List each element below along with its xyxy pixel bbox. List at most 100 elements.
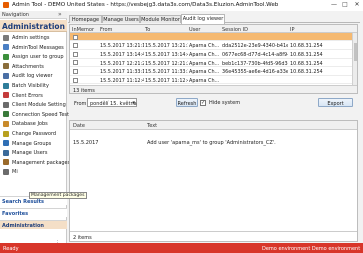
table-row[interactable]: 15.5.2017 13:21:1115.5.2017 13:21:11Apar… [70, 42, 357, 50]
close-icon[interactable]: ✕ [353, 1, 361, 8]
cell-from: 15.5.2017 13:14:46 [100, 51, 144, 58]
chevron-down-icon[interactable]: ▾ [132, 100, 135, 106]
column-header-ip[interactable]: IP [290, 27, 295, 33]
administration-title: Administration [2, 22, 65, 31]
database-icon [3, 120, 9, 127]
group-icon [3, 140, 9, 147]
row-checkbox[interactable] [73, 68, 78, 74]
minimize-icon[interactable]: — [330, 1, 338, 8]
cell-from: 15.5.2017 13:21:11 [100, 43, 144, 50]
nav-item[interactable]: Assign user to group [0, 52, 67, 62]
navigation-header: Navigation » [0, 11, 67, 19]
package-icon [3, 159, 9, 166]
table-row[interactable] [70, 33, 357, 42]
nav-item[interactable]: AdminTool Messages [0, 43, 67, 53]
nav-item[interactable]: Connection Speed Test [0, 110, 69, 120]
nav-item-label: Client Module Setting [12, 102, 66, 109]
grid-footer: 13 items [70, 85, 357, 93]
date-picker[interactable]: pondělí 15. května ▾ [87, 98, 137, 107]
table-row[interactable]: 15.5.2017 11:33:1115.5.2017 11:33:11Apar… [70, 67, 357, 76]
cell-user: Aparna Ch... [189, 43, 220, 50]
nav-item[interactable]: Management packages [0, 158, 71, 168]
nav-item[interactable]: Audit log viewer [0, 71, 67, 81]
section-label: Search Results [2, 198, 44, 205]
nav-item-label: Audit log viewer [12, 73, 53, 80]
row-checkbox[interactable] [73, 51, 78, 57]
navigation-pane: Navigation » Administration Admin settin… [0, 11, 71, 243]
hide-system-checkbox[interactable]: ✓ [200, 99, 206, 106]
nav-item-label: Change Password [12, 130, 57, 137]
cell-session: beb1c137-730b-4fd5-96d3-... [222, 60, 288, 67]
row-checkbox[interactable] [73, 43, 78, 49]
navigation-title: Navigation [2, 12, 29, 18]
refresh-button[interactable]: Refresh [176, 98, 198, 107]
status-text: Ready [3, 245, 19, 252]
row-checkbox[interactable] [73, 60, 78, 66]
nav-item[interactable]: Database Jobs [0, 119, 67, 129]
audit-detail-grid: Date Text 15.5.2017 Add user 'aparna_ms'… [69, 120, 358, 242]
maximize-icon[interactable]: □ [341, 1, 349, 8]
nav-list: Admin settings AdminTool Messages Assign u… [0, 33, 71, 177]
sessions-grid: InMemor From To User Session ID IP 15.5.… [69, 24, 358, 94]
nav-item[interactable]: Batch Visibility [0, 81, 67, 91]
module-icon [3, 168, 9, 175]
tab-manage-users[interactable]: Manage Users [102, 15, 140, 23]
cell-date: 15.5.2017 [73, 139, 99, 146]
cell-to: 15.5.2017 13:14:46 [145, 51, 188, 58]
cell-ip: 10.68.31.254 [290, 51, 323, 58]
title-bar: Admin Tool - DEMO United States - https:… [0, 0, 363, 11]
nav-item[interactable]: Mi [0, 167, 67, 177]
export-button[interactable]: Export [318, 98, 353, 107]
app-icon [3, 2, 9, 8]
cell-from: 15.5.2017 11:12:45 [100, 77, 144, 84]
column-header-session-id[interactable]: Session ID [222, 27, 248, 33]
column-header-inmemory[interactable]: InMemor [72, 27, 94, 33]
nav-item[interactable]: Manage Groups [0, 139, 67, 149]
nav-item-label: Manage Users [12, 150, 48, 157]
nav-item[interactable]: Change Password [0, 129, 67, 139]
nav-item-label: Attachments [12, 63, 44, 70]
speed-icon [3, 111, 9, 118]
section-favorites[interactable]: Favorites [0, 208, 67, 217]
nav-item-label: Connection Speed Test [12, 111, 69, 118]
nav-item[interactable]: Manage Users [0, 148, 67, 158]
nav-item[interactable]: Admin settings [0, 33, 67, 43]
column-header-from[interactable]: From [100, 27, 112, 33]
attachment-icon [3, 63, 9, 70]
cell-session: 0677ec68-d77d-4c14-a8f9-... [222, 51, 288, 58]
row-checkbox[interactable] [73, 77, 78, 83]
grid-header: InMemor From To User Session ID IP [70, 25, 357, 33]
section-label: Administration [2, 222, 44, 229]
module-icon [3, 101, 9, 108]
error-icon [3, 92, 9, 99]
vertical-scrollbar[interactable] [352, 33, 357, 87]
nav-item-label: Management packages [12, 159, 71, 166]
tab-module-monitor[interactable]: Module Monitor [140, 15, 181, 23]
tab-homepage[interactable]: Homepage [69, 15, 102, 23]
column-header-user[interactable]: User [189, 27, 200, 33]
nav-item[interactable]: Client Module Setting [0, 100, 67, 110]
collapse-icon[interactable]: » [58, 11, 62, 18]
column-header-date[interactable]: Date [73, 123, 85, 129]
cell-ip: 10.68.31.254 [290, 69, 323, 76]
row-checkbox[interactable] [73, 34, 78, 40]
item-count: 13 items [73, 87, 95, 94]
table-row[interactable]: 15.5.2017 12:21:2615.5.2017 12:21:26Apar… [70, 59, 357, 68]
status-bar: Ready Demo environment Demo environment [0, 243, 363, 253]
item-count: 2 items [73, 234, 92, 241]
scrollbar-thumb[interactable] [354, 43, 357, 61]
tooltip: Management packages [29, 192, 87, 199]
column-header-to[interactable]: To [145, 27, 150, 33]
tab-audit-log-viewer[interactable]: Audit log viewer [181, 14, 225, 24]
table-row[interactable]: 15.5.2017 13:14:4615.5.2017 13:14:46Apar… [70, 50, 357, 59]
environment-text: Demo environment Demo environment [262, 245, 361, 252]
user-icon [3, 149, 9, 156]
nav-item[interactable]: Attachments [0, 62, 67, 72]
cell-user: Aparna Ch... [189, 51, 220, 58]
table-row[interactable]: 15.5.2017 11:12:4515.5.2017 11:12:45Apar… [70, 76, 357, 85]
table-row[interactable]: 15.5.2017 Add user 'aparna_ms' to group … [70, 138, 357, 147]
nav-item-label: Client Errors [12, 92, 43, 99]
nav-item[interactable]: Client Errors [0, 91, 67, 101]
section-administration[interactable]: Administration [0, 220, 67, 229]
column-header-text[interactable]: Text [147, 123, 157, 129]
